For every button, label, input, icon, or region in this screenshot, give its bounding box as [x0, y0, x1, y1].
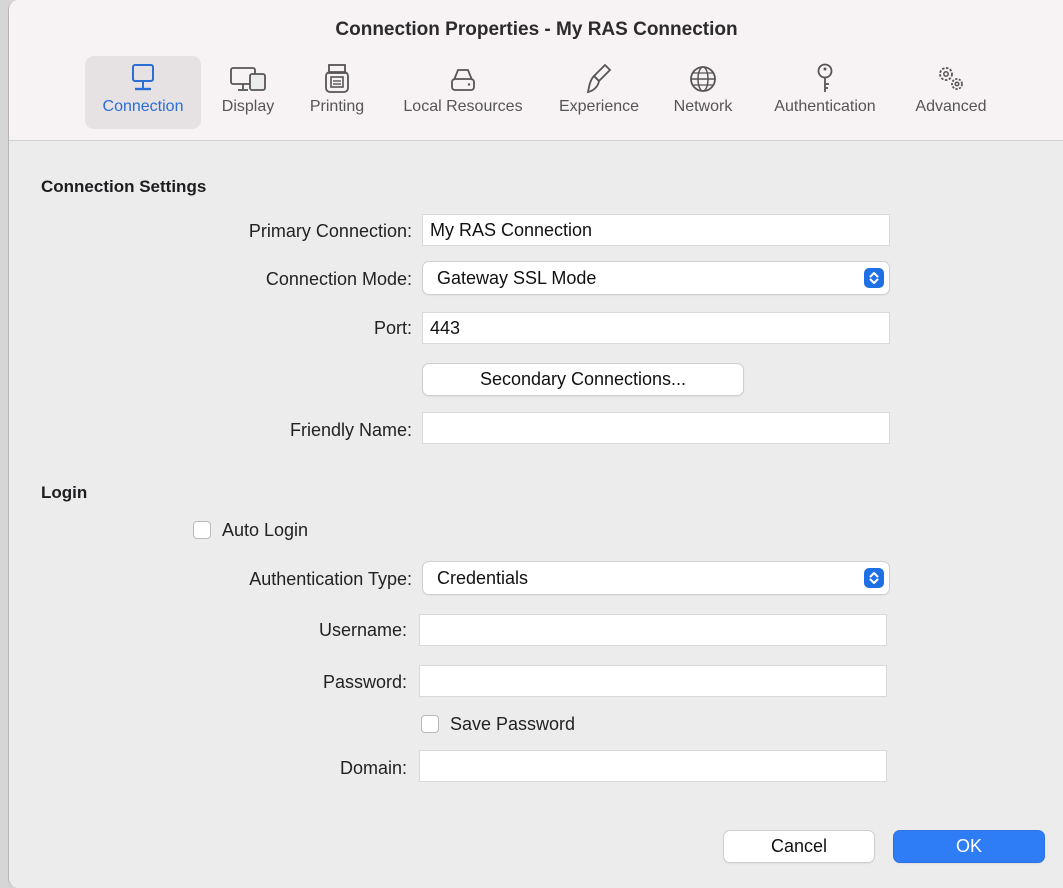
domain-label: Domain: — [339, 758, 407, 778]
tab-authentication[interactable]: Authentication — [755, 56, 895, 129]
tab-label: Printing — [309, 98, 365, 115]
toolbar: Connection Properties - My RAS Connectio… — [9, 0, 1063, 141]
tab-network[interactable]: Network — [661, 56, 745, 129]
tab-label: Experience — [558, 98, 640, 115]
username-label: Username: — [318, 620, 407, 640]
connection-pane: Connection Settings Primary Connection: … — [9, 141, 1063, 888]
primary-connection-label: Primary Connection: — [248, 221, 412, 241]
ok-button[interactable]: OK — [894, 831, 1044, 862]
tab-connection[interactable]: Connection — [85, 56, 201, 129]
tab-local-resources[interactable]: Local Resources — [387, 56, 539, 129]
friendly-name-label: Friendly Name: — [289, 420, 412, 440]
port-field[interactable]: 443 — [422, 312, 890, 344]
tab-display[interactable]: Display — [209, 56, 287, 129]
authentication-type-value: Credentials — [437, 568, 529, 588]
chevron-updown-icon — [864, 568, 884, 588]
save-password-checkbox[interactable] — [421, 715, 439, 733]
friendly-name-field[interactable] — [422, 412, 890, 444]
auto-login-label: Auto Login — [222, 520, 309, 540]
gears-icon — [939, 67, 963, 90]
globe-icon — [690, 66, 716, 92]
cancel-button[interactable]: Cancel — [724, 831, 874, 862]
save-password-label: Save Password — [450, 714, 576, 734]
tab-label: Advanced — [915, 98, 987, 115]
paintbrush-icon — [586, 63, 612, 94]
connection-properties-window: Connection Properties - My RAS Connectio… — [8, 0, 1063, 888]
tab-label: Authentication — [774, 98, 876, 115]
window-title: Connection Properties - My RAS Connectio… — [335, 19, 738, 40]
connection-mode-value: Gateway SSL Mode — [437, 268, 597, 288]
username-field[interactable] — [419, 614, 887, 646]
connection-mode-label: Connection Mode: — [265, 269, 412, 289]
key-icon — [817, 63, 833, 92]
monitor-icon — [132, 64, 154, 91]
tab-experience[interactable]: Experience — [549, 56, 649, 129]
authentication-type-label: Authentication Type: — [249, 569, 412, 589]
printer-icon — [325, 64, 349, 93]
displays-icon — [230, 67, 266, 91]
tab-label: Connection — [102, 98, 184, 115]
chevron-updown-icon — [864, 268, 884, 288]
tab-advanced[interactable]: Advanced — [903, 56, 999, 129]
password-field[interactable] — [419, 665, 887, 697]
password-label: Password: — [322, 672, 407, 692]
tab-label: Display — [221, 98, 275, 115]
connection-mode-popup[interactable]: Gateway SSL Mode — [423, 262, 889, 294]
connection-settings-heading: Connection Settings — [41, 177, 207, 196]
tab-label: Network — [673, 98, 733, 115]
drive-icon — [451, 69, 475, 91]
tab-label: Local Resources — [403, 98, 523, 115]
authentication-type-popup[interactable]: Credentials — [423, 562, 889, 594]
domain-field[interactable] — [419, 750, 887, 782]
login-heading: Login — [41, 483, 88, 502]
primary-connection-field[interactable]: My RAS Connection — [422, 214, 890, 246]
auto-login-checkbox[interactable] — [193, 521, 211, 539]
tab-printing[interactable]: Printing — [297, 56, 377, 129]
secondary-connections-button[interactable]: Secondary Connections... — [423, 364, 743, 395]
port-label: Port: — [373, 318, 412, 338]
